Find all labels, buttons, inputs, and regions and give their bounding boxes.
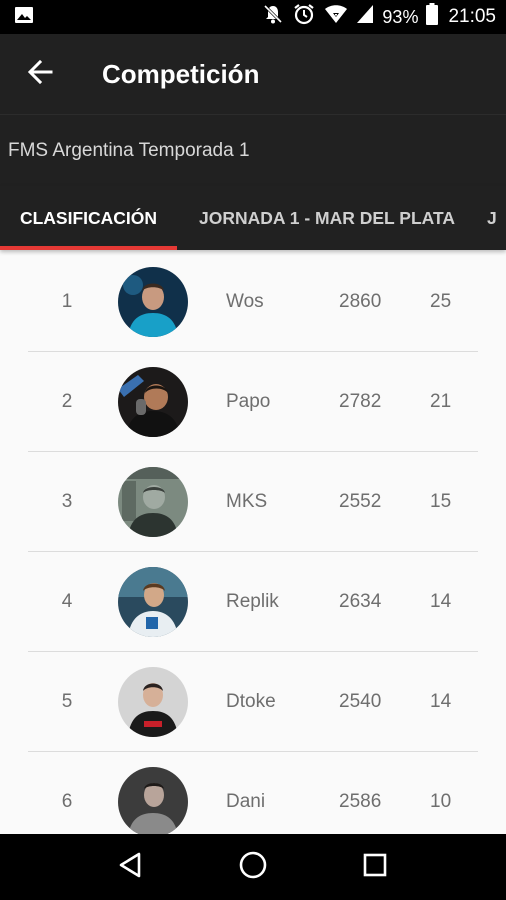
recents-square-icon (362, 852, 388, 883)
arrow-back-icon (27, 59, 53, 90)
standings-list[interactable]: 1 Wos 2860 25 2 Papo 2782 21 3 MKS 2552 … (0, 252, 506, 834)
status-time: 21:05 (448, 6, 496, 27)
competitor-points: 2782 (339, 391, 382, 412)
competitor-name: Replik (226, 591, 279, 612)
competitor-points: 2540 (339, 691, 382, 712)
app-bar: Competición (0, 34, 506, 114)
competitor-wins: 14 (430, 591, 452, 612)
rank: 5 (61, 691, 73, 712)
competitor-wins: 25 (430, 291, 452, 312)
avatar (118, 467, 188, 537)
tab-jornada-next[interactable]: J (487, 186, 506, 250)
tab-jornada-1[interactable]: JORNADA 1 - MAR DEL PLATA (177, 186, 477, 250)
avatar (118, 367, 188, 437)
competition-name: FMS Argentina Temporada 1 (8, 139, 250, 161)
avatar (118, 267, 188, 337)
list-item[interactable]: 4 Replik 2634 14 (0, 552, 506, 652)
avatar (118, 767, 188, 834)
competitor-wins: 21 (430, 391, 452, 412)
alarm-icon (292, 2, 316, 32)
rank: 3 (61, 491, 73, 512)
app-screen: 93% 21:05 Competición FMS Argentina Temp… (0, 0, 506, 900)
status-bar: 93% 21:05 (0, 0, 506, 34)
page-title: Competición (102, 58, 260, 89)
competition-header: FMS Argentina Temporada 1 (0, 114, 506, 186)
cellular-signal-icon (356, 4, 374, 30)
wifi-icon (324, 4, 348, 30)
competitor-name: MKS (226, 491, 268, 512)
competitor-points: 2586 (339, 791, 382, 812)
competitor-name: Wos (226, 291, 264, 312)
competitor-points: 2860 (339, 291, 382, 312)
system-nav-bar (0, 834, 506, 900)
rank: 6 (61, 791, 73, 812)
rank: 4 (61, 591, 73, 612)
tab-bar: CLASIFICACIÓN JORNADA 1 - MAR DEL PLATA … (0, 186, 506, 250)
list-item[interactable]: 3 MKS 2552 15 (0, 452, 506, 552)
competitor-name: Dtoke (226, 691, 276, 712)
competitor-wins: 10 (430, 791, 452, 812)
list-item[interactable]: 1 Wos 2860 25 (0, 252, 506, 352)
battery-icon (426, 3, 439, 31)
list-item[interactable]: 6 Dani 2586 10 (0, 752, 506, 834)
notifications-off-icon (262, 3, 284, 31)
back-triangle-icon (117, 851, 145, 884)
back-button[interactable] (0, 34, 80, 114)
competitor-points: 2634 (339, 591, 382, 612)
avatar (118, 567, 188, 637)
rank: 2 (61, 391, 73, 412)
avatar (118, 667, 188, 737)
rank: 1 (61, 291, 73, 312)
competitor-name: Papo (226, 391, 271, 412)
list-item[interactable]: 2 Papo 2782 21 (0, 352, 506, 452)
competitor-name: Dani (226, 791, 266, 812)
image-icon (14, 5, 34, 30)
competitor-wins: 15 (430, 491, 452, 512)
nav-recents-button[interactable] (345, 837, 405, 897)
nav-home-button[interactable] (223, 837, 283, 897)
home-circle-icon (238, 850, 268, 885)
tab-indicator (0, 246, 177, 250)
list-item[interactable]: 5 Dtoke 2540 14 (0, 652, 506, 752)
competitor-points: 2552 (339, 491, 382, 512)
nav-back-button[interactable] (101, 837, 161, 897)
battery-percentage: 93% (382, 6, 419, 27)
competitor-wins: 14 (430, 691, 452, 712)
tab-clasificacion[interactable]: CLASIFICACIÓN (0, 186, 177, 250)
